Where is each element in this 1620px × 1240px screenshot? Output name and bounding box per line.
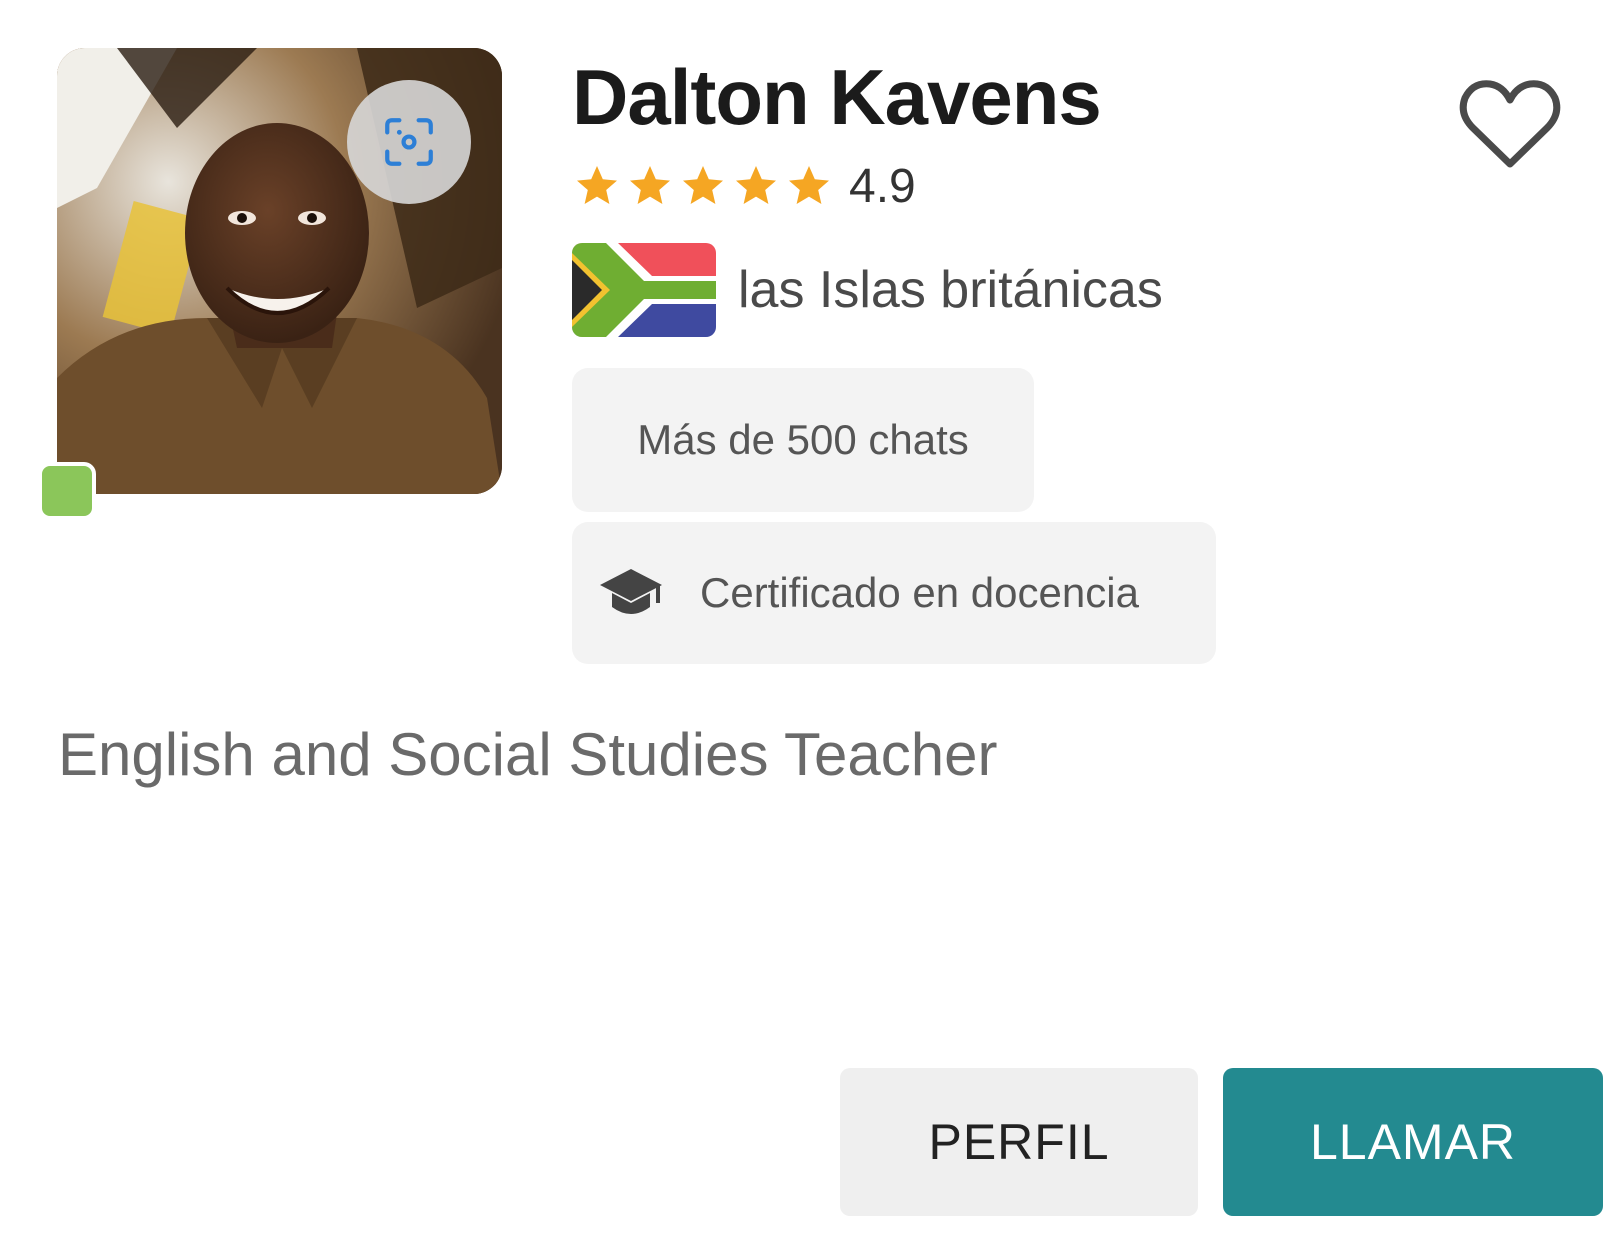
favorite-button[interactable] [1455, 76, 1565, 176]
tutor-name: Dalton Kavens [572, 53, 1102, 141]
rating: 4.9 [572, 158, 916, 214]
call-button-label: LLAMAR [1309, 1114, 1517, 1170]
certified-badge: Certificado en docencia [572, 522, 1216, 664]
scan-button[interactable] [347, 80, 471, 204]
country-name: las Islas británicas [738, 261, 1163, 319]
star-icon [630, 166, 670, 204]
heart-icon [1459, 80, 1561, 168]
country: las Islas británicas [572, 242, 1163, 338]
profile-button-label: PERFIL [928, 1114, 1110, 1170]
flag-icon [572, 243, 716, 337]
star-icon [736, 166, 776, 204]
chats-badge: Más de 500 chats [572, 368, 1034, 512]
star-icon [789, 166, 829, 204]
chats-badge-label: Más de 500 chats [637, 416, 969, 463]
rating-value: 4.9 [849, 159, 916, 213]
online-status-indicator [38, 462, 96, 520]
tutor-bio: English and Social Studies Teacher [58, 721, 998, 788]
call-button[interactable]: LLAMAR [1223, 1068, 1603, 1216]
star-icon [577, 166, 617, 204]
graduation-cap-icon [600, 569, 662, 614]
rating-stars [572, 162, 837, 210]
scan-icon [385, 118, 433, 166]
star-icon [683, 166, 723, 204]
certified-badge-label: Certificado en docencia [700, 569, 1139, 616]
profile-button[interactable]: PERFIL [840, 1068, 1198, 1216]
